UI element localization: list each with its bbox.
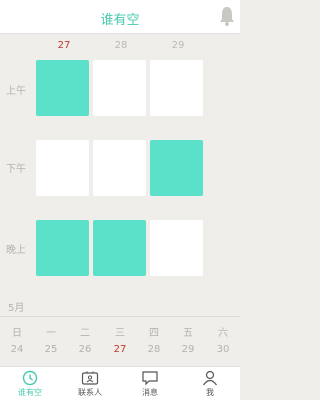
slot-morning-29[interactable] xyxy=(150,60,203,116)
weekday-sat: 六 xyxy=(218,328,228,339)
calendar-date[interactable]: 25 xyxy=(34,344,68,355)
period-label-afternoon: 下午 xyxy=(6,164,26,175)
tab-me[interactable]: 我 xyxy=(180,367,240,400)
divider xyxy=(0,316,240,317)
weekday-sun: 日 xyxy=(12,328,22,339)
slot-afternoon-28[interactable] xyxy=(93,140,146,196)
weekday-thu: 四 xyxy=(149,328,159,339)
date-label-3: 29 xyxy=(171,40,185,51)
bottom-tab-bar: 谁有空 联系人 消息 我 xyxy=(0,366,240,400)
date-label-2: 28 xyxy=(114,40,128,51)
slot-evening-27[interactable] xyxy=(36,220,89,276)
slot-evening-28[interactable] xyxy=(93,220,146,276)
month-label: 5月 xyxy=(8,303,25,314)
user-icon xyxy=(203,370,217,386)
tab-messages[interactable]: 消息 xyxy=(120,367,180,400)
weekday-tue: 二 xyxy=(80,328,90,339)
calendar-date[interactable]: 24 xyxy=(0,344,34,355)
weekday-row: 日 一 二 三 四 五 六 xyxy=(0,324,240,339)
weekday-fri: 五 xyxy=(183,328,193,339)
date-header: 27 28 29 xyxy=(0,40,240,54)
bell-icon[interactable] xyxy=(218,5,236,27)
clock-icon xyxy=(22,370,38,386)
slot-afternoon-29[interactable] xyxy=(150,140,203,196)
weekday-wed: 三 xyxy=(115,328,125,339)
tab-label: 谁有空 xyxy=(18,388,42,397)
app-title: 谁有空 xyxy=(100,13,140,28)
slot-morning-27[interactable] xyxy=(36,60,89,116)
tab-who-is-free[interactable]: 谁有空 xyxy=(0,367,60,400)
slot-evening-29[interactable] xyxy=(150,220,203,276)
calendar-date[interactable]: 28 xyxy=(137,344,171,355)
calendar-date[interactable]: 30 xyxy=(206,344,240,355)
tab-label: 我 xyxy=(206,388,214,397)
weekday-mon: 一 xyxy=(46,328,56,339)
contact-card-icon xyxy=(81,371,99,385)
period-label-morning: 上午 xyxy=(6,86,26,97)
tab-label: 消息 xyxy=(142,388,158,397)
chat-bubble-icon xyxy=(142,371,158,386)
period-label-evening: 晚上 xyxy=(6,245,26,256)
tab-contacts[interactable]: 联系人 xyxy=(60,367,120,400)
tab-label: 联系人 xyxy=(78,388,102,397)
date-label-1: 27 xyxy=(57,40,71,51)
calendar-date[interactable]: 29 xyxy=(171,344,205,355)
top-bar: 谁有空 xyxy=(0,0,240,34)
date-row: 24 25 26 27 28 29 30 xyxy=(0,344,240,358)
calendar-date[interactable]: 26 xyxy=(68,344,102,355)
slot-afternoon-27[interactable] xyxy=(36,140,89,196)
calendar-date-today[interactable]: 27 xyxy=(103,344,137,355)
slot-morning-28[interactable] xyxy=(93,60,146,116)
